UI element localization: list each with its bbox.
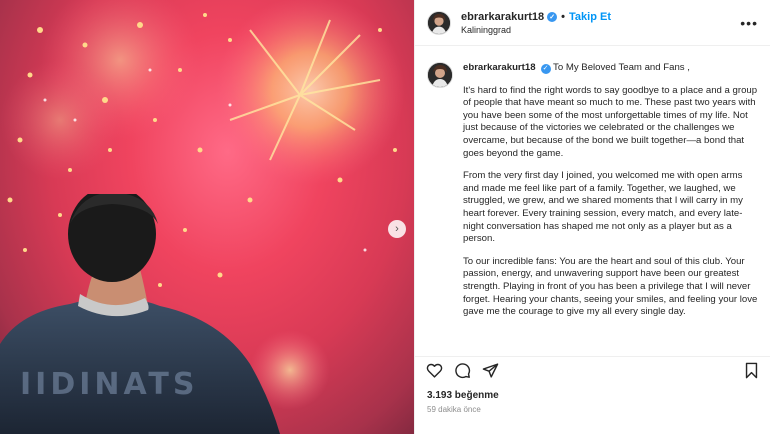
comment-icon (454, 363, 470, 379)
separator-dot: • (561, 10, 566, 23)
caption-body: ebrarkarakurt18 ✓ To My Beloved Team and … (463, 62, 758, 319)
post-actions (415, 356, 770, 384)
bookmark-icon (745, 362, 757, 379)
caption-heading: To My Beloved Team and Fans , (553, 62, 690, 73)
caption-paragraph: It's hard to find the right words to say… (463, 84, 758, 159)
like-button[interactable] (425, 362, 443, 380)
caption-avatar[interactable] (427, 62, 453, 88)
location-link[interactable]: Kalininggrad (461, 25, 740, 35)
caption-first-line: ebrarkarakurt18 ✓ To My Beloved Team and … (463, 62, 758, 75)
username-link[interactable]: ebrarkarakurt18 (461, 11, 544, 23)
caption-username[interactable]: ebrarkarakurt18 (463, 62, 536, 73)
avatar-image (428, 11, 450, 34)
share-button[interactable] (481, 362, 499, 380)
next-image-button[interactable]: › (388, 220, 406, 238)
instagram-post: IIDINATS › ebrarkarakurt18 ✓ • Takip Et … (0, 0, 770, 434)
post-timestamp[interactable]: 59 dakika önce (427, 405, 481, 414)
verified-badge-icon: ✓ (540, 64, 551, 75)
more-options-icon[interactable]: ••• (740, 15, 758, 31)
comment-button[interactable] (453, 362, 471, 380)
caption-paragraph: From the very first day I joined, you we… (463, 170, 743, 245)
post-header-top: ebrarkarakurt18 ✓ • Takip Et (461, 11, 740, 23)
like-count[interactable]: 3.193 beğenme (427, 390, 499, 401)
avatar[interactable] (427, 10, 451, 35)
avatar-image (428, 63, 452, 87)
heart-icon (426, 363, 442, 378)
post-header-text: ebrarkarakurt18 ✓ • Takip Et Kalininggra… (461, 11, 740, 35)
verified-badge-icon: ✓ (547, 11, 558, 22)
caption-paragraph: To our incredible fans: You are the hear… (463, 255, 758, 318)
chevron-right-icon: › (395, 223, 399, 235)
person-silhouette: IIDINATS (0, 194, 280, 434)
share-icon (482, 363, 498, 378)
post-caption: ebrarkarakurt18 ✓ To My Beloved Team and … (415, 46, 770, 319)
follow-button[interactable]: Takip Et (569, 11, 611, 23)
svg-text:IIDINATS: IIDINATS (20, 367, 198, 402)
post-side-panel: ebrarkarakurt18 ✓ • Takip Et Kalininggra… (414, 0, 770, 434)
save-button[interactable] (742, 362, 760, 380)
post-header: ebrarkarakurt18 ✓ • Takip Et Kalininggra… (415, 0, 770, 46)
post-image[interactable]: IIDINATS › (0, 0, 414, 434)
